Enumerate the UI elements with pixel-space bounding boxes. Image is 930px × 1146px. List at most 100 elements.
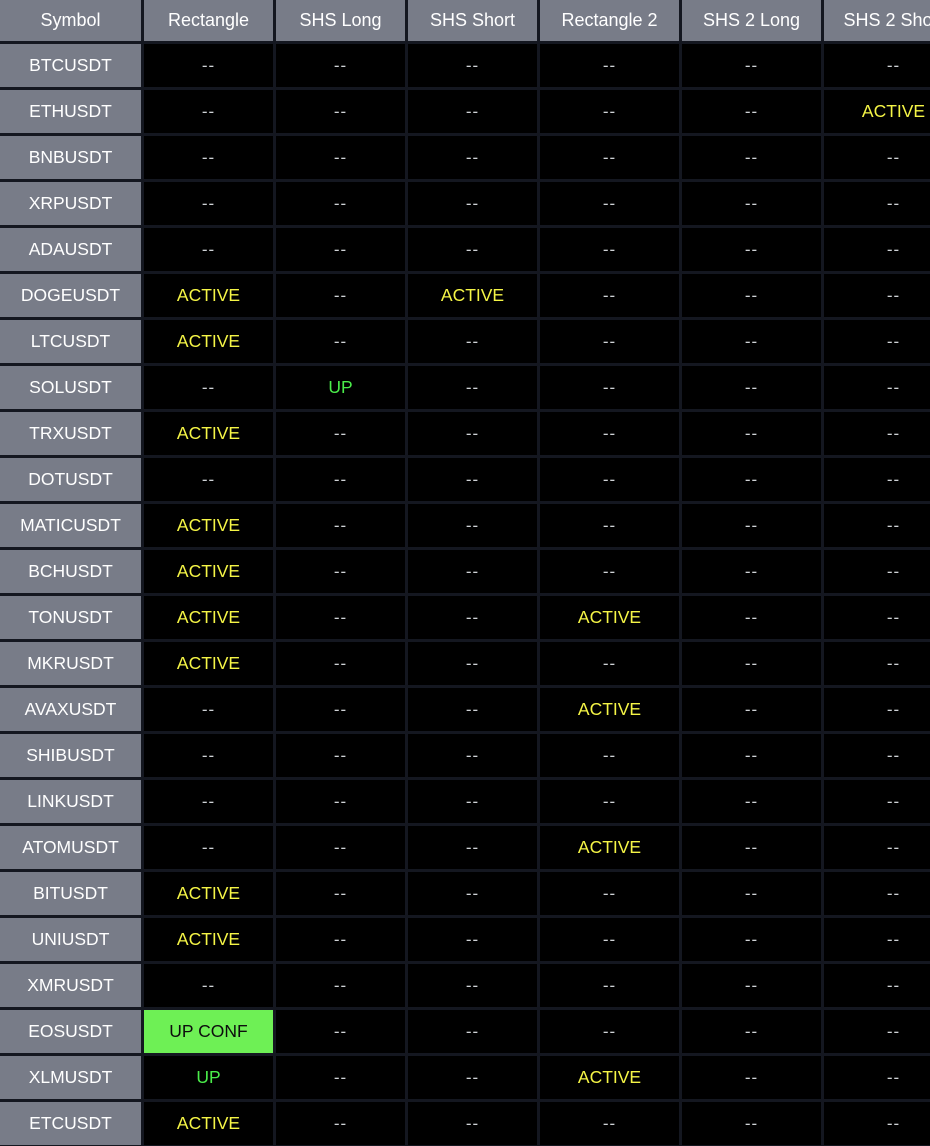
status-cell[interactable]: -- [144,366,273,409]
status-cell[interactable]: -- [276,182,405,225]
status-cell[interactable]: ACTIVE [144,642,273,685]
symbol-cell[interactable]: BTCUSDT [0,44,141,87]
status-cell[interactable]: -- [682,182,821,225]
status-cell[interactable]: -- [540,734,679,777]
table-row[interactable]: DOTUSDT -- -- -- -- -- -- [0,458,930,501]
symbol-cell[interactable]: AVAXUSDT [0,688,141,731]
symbol-cell[interactable]: ATOMUSDT [0,826,141,869]
status-cell[interactable]: -- [408,1056,537,1099]
status-cell[interactable]: -- [824,136,930,179]
column-header-rectangle-2[interactable]: Rectangle 2 [540,0,679,41]
table-row[interactable]: XRPUSDT -- -- -- -- -- -- [0,182,930,225]
status-cell[interactable]: -- [276,780,405,823]
symbol-cell[interactable]: LTCUSDT [0,320,141,363]
status-cell[interactable]: -- [408,780,537,823]
status-cell[interactable]: -- [276,872,405,915]
status-cell[interactable]: ACTIVE [144,596,273,639]
table-row[interactable]: SHIBUSDT -- -- -- -- -- -- [0,734,930,777]
status-cell[interactable]: -- [682,964,821,1007]
status-cell[interactable]: -- [540,964,679,1007]
table-row[interactable]: EOSUSDT UP CONF -- -- -- -- -- [0,1010,930,1053]
status-cell[interactable]: UP CONF [144,1010,273,1053]
status-cell[interactable]: ACTIVE [540,826,679,869]
status-cell[interactable]: -- [276,136,405,179]
status-cell[interactable]: -- [682,688,821,731]
status-cell[interactable]: ACTIVE [144,1102,273,1145]
status-cell[interactable]: -- [540,136,679,179]
status-cell[interactable]: -- [276,1010,405,1053]
status-cell[interactable]: -- [540,366,679,409]
status-cell[interactable]: -- [682,412,821,455]
status-cell[interactable]: -- [824,412,930,455]
status-cell[interactable]: ACTIVE [144,550,273,593]
status-cell[interactable]: -- [682,504,821,547]
table-row[interactable]: TRXUSDT ACTIVE -- -- -- -- -- [0,412,930,455]
status-cell[interactable]: -- [144,90,273,133]
status-cell[interactable]: ACTIVE [144,412,273,455]
status-cell[interactable]: -- [276,228,405,271]
status-cell[interactable]: -- [408,826,537,869]
status-cell[interactable]: -- [276,320,405,363]
status-cell[interactable]: -- [408,504,537,547]
status-cell[interactable]: -- [682,458,821,501]
status-cell[interactable]: -- [824,504,930,547]
symbol-cell[interactable]: XMRUSDT [0,964,141,1007]
status-cell[interactable]: -- [824,872,930,915]
status-cell[interactable]: ACTIVE [144,504,273,547]
symbol-cell[interactable]: ETHUSDT [0,90,141,133]
table-row[interactable]: BCHUSDT ACTIVE -- -- -- -- -- [0,550,930,593]
status-cell[interactable]: -- [682,550,821,593]
status-cell[interactable]: -- [824,44,930,87]
status-cell[interactable]: -- [824,458,930,501]
status-cell[interactable]: -- [144,458,273,501]
status-cell[interactable]: -- [144,44,273,87]
status-cell[interactable]: -- [540,320,679,363]
table-row[interactable]: BNBUSDT -- -- -- -- -- -- [0,136,930,179]
table-row[interactable]: DOGEUSDT ACTIVE -- ACTIVE -- -- -- [0,274,930,317]
status-cell[interactable]: -- [540,872,679,915]
table-row[interactable]: BTCUSDT -- -- -- -- -- -- [0,44,930,87]
status-cell[interactable]: -- [824,642,930,685]
status-cell[interactable]: -- [824,734,930,777]
symbol-cell[interactable]: LINKUSDT [0,780,141,823]
status-cell[interactable]: -- [682,642,821,685]
status-cell[interactable]: -- [682,136,821,179]
status-cell[interactable]: -- [144,182,273,225]
status-cell[interactable]: -- [408,412,537,455]
status-cell[interactable]: -- [824,274,930,317]
status-cell[interactable]: -- [824,366,930,409]
table-row[interactable]: MKRUSDT ACTIVE -- -- -- -- -- [0,642,930,685]
status-cell[interactable]: -- [144,780,273,823]
status-cell[interactable]: -- [276,964,405,1007]
symbol-cell[interactable]: SOLUSDT [0,366,141,409]
symbol-cell[interactable]: MATICUSDT [0,504,141,547]
status-cell[interactable]: -- [408,642,537,685]
status-cell[interactable]: -- [824,826,930,869]
status-cell[interactable]: -- [540,504,679,547]
table-row[interactable]: XMRUSDT -- -- -- -- -- -- [0,964,930,1007]
status-cell[interactable]: -- [276,1102,405,1145]
status-cell[interactable]: -- [540,780,679,823]
symbol-cell[interactable]: XRPUSDT [0,182,141,225]
status-cell[interactable]: ACTIVE [408,274,537,317]
status-cell[interactable]: -- [408,228,537,271]
column-header-shs-long[interactable]: SHS Long [276,0,405,41]
symbol-cell[interactable]: TONUSDT [0,596,141,639]
status-cell[interactable]: -- [540,918,679,961]
symbol-cell[interactable]: MKRUSDT [0,642,141,685]
status-cell[interactable]: -- [824,596,930,639]
symbol-cell[interactable]: DOTUSDT [0,458,141,501]
symbol-cell[interactable]: ETCUSDT [0,1102,141,1145]
status-cell[interactable]: -- [682,1056,821,1099]
status-cell[interactable]: -- [144,688,273,731]
symbol-cell[interactable]: BITUSDT [0,872,141,915]
status-cell[interactable]: -- [824,550,930,593]
status-cell[interactable]: -- [408,90,537,133]
status-cell[interactable]: -- [276,458,405,501]
status-cell[interactable]: -- [276,504,405,547]
status-cell[interactable]: -- [682,780,821,823]
table-row[interactable]: XLMUSDT UP -- -- ACTIVE -- -- [0,1056,930,1099]
status-cell[interactable]: ACTIVE [824,90,930,133]
symbol-cell[interactable]: DOGEUSDT [0,274,141,317]
symbol-cell[interactable]: EOSUSDT [0,1010,141,1053]
